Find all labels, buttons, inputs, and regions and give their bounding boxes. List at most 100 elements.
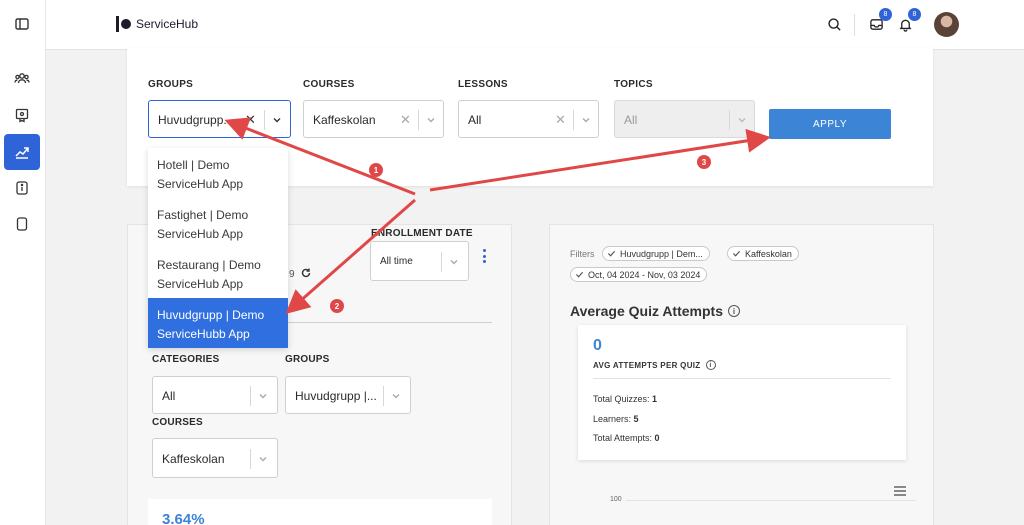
topics-select[interactable]: All bbox=[614, 100, 755, 138]
filter-chip-text: Huvudgrupp | Dem... bbox=[620, 248, 703, 259]
card-title-text: Average Quiz Attempts bbox=[570, 303, 723, 319]
courses-select-value: Kaffeskolan bbox=[313, 113, 376, 127]
metric-card: 0 AVG ATTEMPTS PER QUIZ i Total Quizzes:… bbox=[578, 325, 906, 460]
notification-count-badge: 8 bbox=[908, 8, 921, 21]
option-line: ServiceHub App bbox=[157, 227, 244, 241]
chart-menu-icon[interactable] bbox=[894, 486, 906, 498]
enrollment-date-select[interactable]: All time bbox=[370, 241, 469, 281]
logo-mark-icon bbox=[116, 16, 131, 32]
groups-option[interactable]: Hotell | Demo ServiceHub App bbox=[148, 148, 288, 198]
metric-divider bbox=[593, 378, 891, 379]
filter-chip: Oct, 04 2024 - Nov, 03 2024 bbox=[570, 267, 708, 282]
groups-label: GROUPS bbox=[285, 354, 330, 365]
bell-icon[interactable]: 8 bbox=[895, 8, 921, 34]
chevron-down-icon bbox=[738, 118, 746, 123]
groups-select-secondary-value: Huvudgrupp |... bbox=[295, 389, 377, 403]
chevron-down-icon[interactable] bbox=[448, 256, 460, 268]
groups-option[interactable]: Restaurang | Demo ServiceHub App bbox=[148, 248, 288, 298]
topbar-divider bbox=[854, 14, 855, 36]
users-icon[interactable] bbox=[4, 60, 40, 96]
apply-button[interactable]: APPLY bbox=[769, 109, 891, 139]
courses-select-secondary[interactable]: Kaffeskolan bbox=[152, 438, 278, 478]
annotation-step-badge: 3 bbox=[697, 155, 711, 169]
topics-filter-label: TOPICS bbox=[614, 79, 653, 90]
courses-select-secondary-value: Kaffeskolan bbox=[162, 452, 225, 466]
chart-y-tick: 100 bbox=[610, 496, 622, 503]
chevron-down-icon[interactable] bbox=[257, 390, 269, 402]
enrollment-date-value: All time bbox=[380, 256, 413, 267]
groups-select-secondary[interactable]: Huvudgrupp |... bbox=[285, 376, 411, 414]
app-name: ServiceHub bbox=[136, 17, 199, 31]
user-avatar[interactable] bbox=[934, 12, 959, 37]
courses-select[interactable]: Kaffeskolan ✕ bbox=[303, 100, 444, 138]
option-line: Restaurang | Demo bbox=[157, 258, 261, 272]
lessons-select-value: All bbox=[468, 113, 482, 127]
courses-filter-label: COURSES bbox=[303, 79, 355, 90]
groups-option[interactable]: Fastighet | Demo ServiceHub App bbox=[148, 198, 288, 248]
clear-icon[interactable]: ✕ bbox=[245, 112, 256, 128]
check-icon bbox=[607, 250, 616, 257]
certificate-icon[interactable] bbox=[4, 97, 40, 133]
partial-date-text: 9 bbox=[289, 269, 295, 280]
info-icon[interactable] bbox=[4, 170, 40, 206]
chart-gridline bbox=[626, 500, 916, 501]
search-icon[interactable] bbox=[824, 14, 844, 34]
option-line: Fastighet | Demo bbox=[157, 208, 249, 222]
option-line: ServiceHub App bbox=[157, 177, 244, 191]
check-icon bbox=[732, 250, 741, 257]
annotation-step-badge: 1 bbox=[369, 163, 383, 177]
metric-row: Learners: 5 bbox=[593, 414, 639, 424]
filters-label: Filters bbox=[570, 249, 595, 259]
filter-chip-text: Kaffeskolan bbox=[745, 248, 792, 259]
categories-label: CATEGORIES bbox=[152, 354, 220, 365]
option-line: Hotell | Demo bbox=[157, 158, 230, 172]
lessons-filter-label: LESSONS bbox=[458, 79, 508, 90]
lessons-select[interactable]: All ✕ bbox=[458, 100, 599, 138]
chevron-down-icon[interactable] bbox=[580, 114, 592, 126]
groups-select-value: Huvudgrupp... bbox=[158, 113, 234, 127]
chevron-down-icon[interactable] bbox=[425, 114, 437, 126]
metric-row: Total Attempts: 0 bbox=[593, 433, 660, 443]
categories-select[interactable]: All bbox=[152, 376, 278, 414]
refresh-icon[interactable] bbox=[300, 267, 312, 279]
check-icon bbox=[575, 271, 584, 278]
left-nav-rail bbox=[0, 0, 46, 525]
chevron-down-icon[interactable] bbox=[390, 390, 402, 402]
enrollment-date-label: ENROLLMENT DATE bbox=[371, 228, 473, 239]
stat-box: 3.64% bbox=[148, 499, 492, 525]
clear-icon[interactable]: ✕ bbox=[400, 112, 411, 128]
option-line: ServiceHubb App bbox=[157, 327, 250, 341]
top-bar: ServiceHub 8 8 bbox=[46, 0, 1024, 50]
groups-filter-label: GROUPS bbox=[148, 79, 194, 90]
courses-label: COURSES bbox=[152, 417, 203, 428]
chevron-down-icon[interactable] bbox=[257, 453, 269, 465]
option-line: Huvudgrupp | Demo bbox=[157, 308, 265, 322]
inbox-count-badge: 8 bbox=[879, 8, 892, 21]
document-icon[interactable] bbox=[4, 206, 40, 242]
quiz-attempts-card: Filters Huvudgrupp | Dem... Kaffeskolan … bbox=[549, 224, 934, 525]
stat-value: 3.64% bbox=[162, 511, 205, 525]
metric-row: Total Quizzes: 1 bbox=[593, 394, 658, 404]
info-icon[interactable]: i bbox=[705, 360, 716, 370]
topics-select-value: All bbox=[624, 113, 638, 127]
groups-option-selected[interactable]: Huvudgrupp | Demo ServiceHubb App bbox=[148, 298, 288, 348]
app-logo[interactable]: ServiceHub bbox=[116, 16, 198, 32]
clear-icon[interactable]: ✕ bbox=[555, 112, 566, 128]
inbox-icon[interactable]: 8 bbox=[866, 8, 892, 34]
annotation-step-badge: 2 bbox=[330, 299, 344, 313]
groups-select[interactable]: Huvudgrupp... ✕ bbox=[148, 100, 291, 138]
metric-value: 0 bbox=[593, 337, 602, 354]
categories-select-value: All bbox=[162, 389, 176, 403]
metric-label-text: AVG ATTEMPTS PER QUIZ bbox=[593, 360, 701, 370]
groups-dropdown-menu: Hotell | Demo ServiceHub App Fastighet |… bbox=[148, 148, 288, 348]
reports-chart-icon[interactable] bbox=[4, 134, 40, 170]
filter-chip: Kaffeskolan bbox=[727, 246, 799, 261]
sidebar-toggle-icon[interactable] bbox=[4, 6, 40, 42]
info-icon[interactable]: i bbox=[728, 305, 740, 317]
metric-label: AVG ATTEMPTS PER QUIZ i bbox=[593, 360, 716, 370]
filter-chip: Huvudgrupp | Dem... bbox=[602, 246, 710, 261]
card-title: Average Quiz Attempts i bbox=[570, 303, 740, 319]
chevron-down-icon[interactable] bbox=[271, 114, 283, 126]
more-options-icon[interactable] bbox=[483, 249, 487, 265]
option-line: ServiceHub App bbox=[157, 277, 244, 291]
